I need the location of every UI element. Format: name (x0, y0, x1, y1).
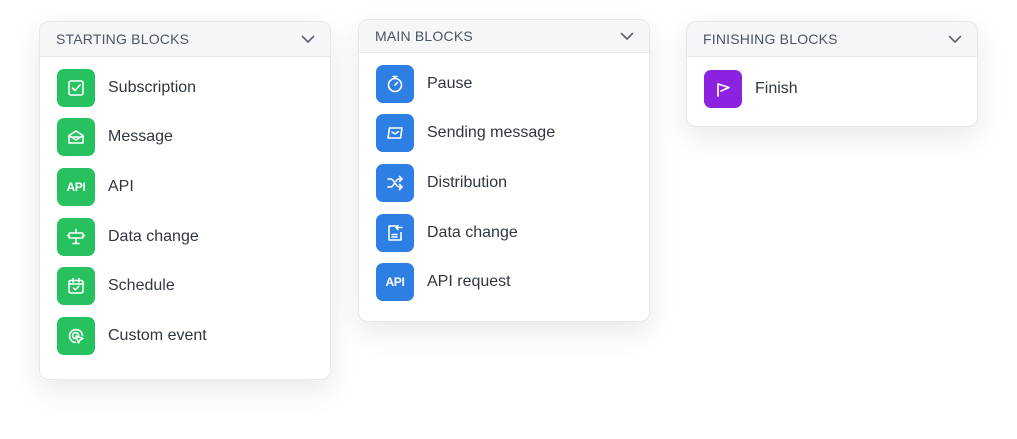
block-item-pause[interactable]: Pause (359, 59, 649, 109)
block-item-label: Data change (427, 223, 518, 241)
block-item-label: Finish (755, 79, 798, 97)
api-icon-text: API (385, 275, 405, 290)
api-icon-text: API (66, 179, 86, 194)
block-item-label: Sending message (427, 124, 556, 142)
block-item-subscription[interactable]: Subscription (40, 63, 330, 113)
main-blocks-title: MAIN BLOCKS (375, 28, 473, 44)
block-item-label: Message (108, 128, 173, 146)
block-item-api[interactable]: API API (40, 162, 330, 212)
send-message-icon (376, 114, 414, 153)
finishing-blocks-title: FINISHING BLOCKS (703, 31, 838, 47)
document-arrow-icon (376, 213, 414, 252)
block-item-schedule[interactable]: Schedule (40, 261, 330, 311)
block-item-label: Custom event (108, 326, 207, 344)
block-item-sending-message[interactable]: Sending message (359, 109, 649, 159)
shuffle-icon (376, 163, 414, 202)
block-item-custom-event[interactable]: Custom event (40, 311, 330, 361)
envelope-open-icon (57, 118, 95, 157)
main-blocks-header[interactable]: MAIN BLOCKS (359, 20, 649, 53)
api-icon: API (376, 263, 414, 302)
finishing-blocks-header[interactable]: FINISHING BLOCKS (687, 22, 977, 57)
data-change-icon (57, 217, 95, 256)
starting-blocks-panel: STARTING BLOCKS Subscription Message API… (39, 21, 331, 380)
block-item-label: Subscription (108, 78, 197, 96)
starting-blocks-title: STARTING BLOCKS (56, 31, 190, 47)
block-item-label: Schedule (108, 277, 175, 295)
main-blocks-panel: MAIN BLOCKS Pause Sending message Distri… (358, 19, 650, 322)
finishing-blocks-panel: FINISHING BLOCKS Finish (686, 21, 978, 127)
block-item-label: Distribution (427, 173, 508, 191)
block-item-label: API (108, 177, 134, 195)
cursor-target-icon (57, 316, 95, 355)
block-item-data-change[interactable]: Data change (359, 208, 649, 258)
chevron-down-icon[interactable] (300, 31, 316, 47)
checkbox-icon (57, 68, 95, 107)
block-item-message[interactable]: Message (40, 113, 330, 163)
calendar-check-icon (57, 267, 95, 306)
block-item-label: Pause (427, 74, 473, 92)
chevron-down-icon[interactable] (947, 31, 963, 47)
stopwatch-icon (376, 64, 414, 103)
block-item-finish[interactable]: Finish (687, 64, 977, 114)
starting-blocks-header[interactable]: STARTING BLOCKS (40, 22, 330, 57)
block-item-data-change[interactable]: Data change (40, 212, 330, 262)
block-item-label: API request (427, 273, 511, 291)
flag-icon (704, 69, 742, 108)
block-item-distribution[interactable]: Distribution (359, 158, 649, 208)
block-item-label: Data change (108, 227, 199, 245)
block-item-api-request[interactable]: API API request (359, 257, 649, 307)
chevron-down-icon[interactable] (619, 28, 635, 44)
api-icon: API (57, 167, 95, 206)
